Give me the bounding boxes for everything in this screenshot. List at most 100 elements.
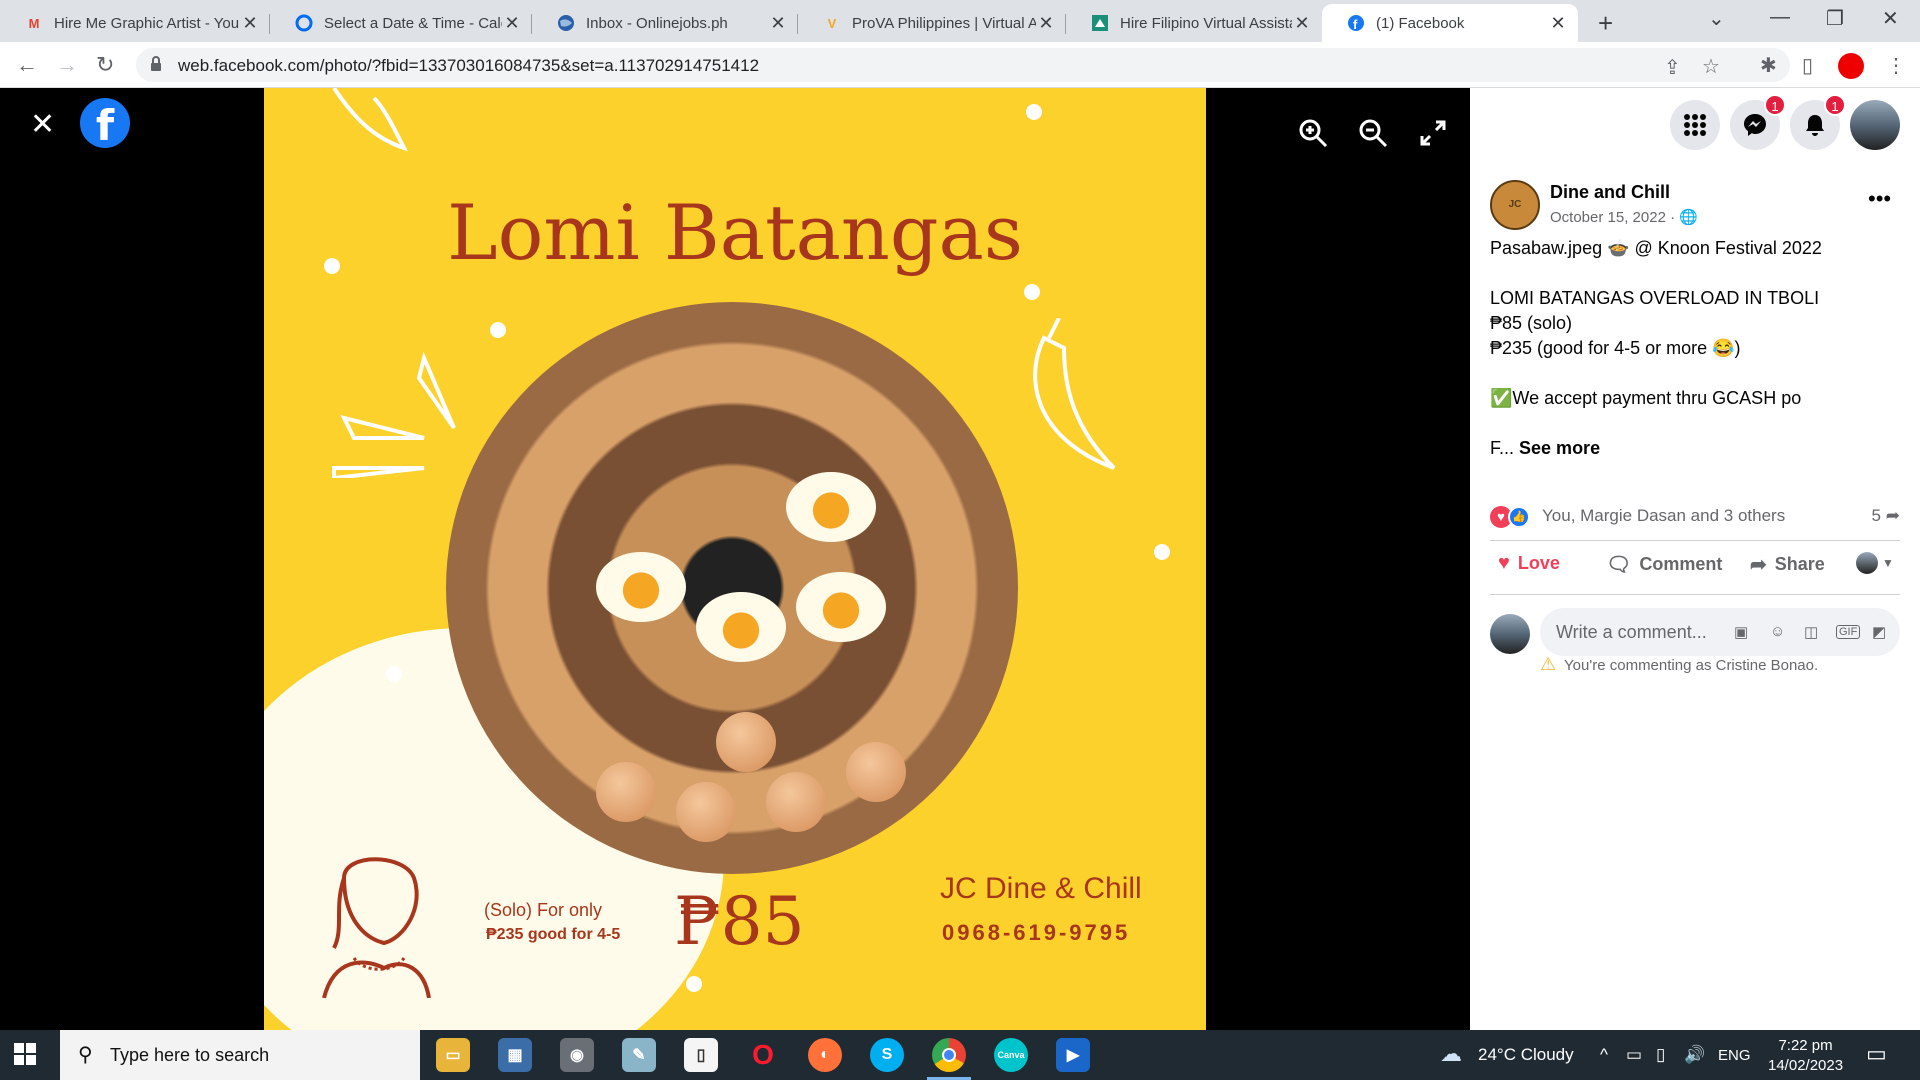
grid-icon bbox=[1684, 114, 1706, 136]
taskbar-search[interactable]: ⚲ Type here to search bbox=[60, 1030, 420, 1080]
zoom-out-icon[interactable] bbox=[1358, 118, 1388, 148]
system-clock[interactable]: 7:22 pm 14/02/2023 bbox=[1768, 1036, 1843, 1076]
url-text[interactable]: web.facebook.com/photo/?fbid=13370301608… bbox=[178, 56, 759, 76]
comment-label: Comment bbox=[1639, 554, 1723, 574]
facebook-logo-icon[interactable]: f bbox=[80, 98, 130, 150]
extensions-icon[interactable]: ✱ bbox=[1760, 53, 1777, 78]
avatar-sticker-icon[interactable]: ▣ bbox=[1734, 623, 1748, 641]
cloud-weather-icon[interactable]: ☁ bbox=[1440, 1041, 1462, 1067]
tab-title: Hire Filipino Virtual Assistan bbox=[1120, 14, 1292, 32]
network-icon[interactable]: ▭ bbox=[1626, 1045, 1642, 1065]
tab-calendly[interactable]: Select a Date & Time - Cale ✕ bbox=[270, 4, 532, 42]
tab-onlinejobs[interactable]: Inbox - Onlinejobs.ph ✕ bbox=[532, 4, 798, 42]
close-tab-icon[interactable]: ✕ bbox=[1292, 13, 1312, 34]
video-editor-icon[interactable]: ▶ bbox=[1056, 1038, 1090, 1072]
camera-app-icon[interactable]: ◉ bbox=[560, 1038, 594, 1072]
close-viewer-icon[interactable]: ✕ bbox=[30, 110, 55, 140]
profile-avatar[interactable] bbox=[1838, 53, 1864, 79]
emoji-icon[interactable]: ☺ bbox=[1770, 623, 1785, 640]
close-tab-icon[interactable]: ✕ bbox=[240, 13, 260, 34]
share-count-value[interactable]: 5 bbox=[1872, 506, 1881, 525]
chevron-down-icon: ▼ bbox=[1882, 556, 1894, 570]
reload-icon[interactable]: ↻ bbox=[96, 52, 114, 78]
address-bar[interactable]: web.facebook.com/photo/?fbid=13370301608… bbox=[136, 48, 1790, 82]
tab-prova[interactable]: V ProVA Philippines | Virtual A ✕ bbox=[798, 4, 1066, 42]
share-label: Share bbox=[1774, 554, 1825, 574]
comment-bubble-icon: 🗨 bbox=[1606, 554, 1632, 576]
volume-icon[interactable]: 🔊 bbox=[1684, 1045, 1705, 1065]
love-button[interactable]: ♥ Love bbox=[1498, 552, 1560, 575]
browser-menu-icon[interactable]: ⋮ bbox=[1886, 53, 1906, 78]
close-tab-icon[interactable]: ✕ bbox=[1548, 13, 1568, 34]
notes-app-icon[interactable]: ✎ bbox=[622, 1038, 656, 1072]
browser-toolbar: ← → ↻ web.facebook.com/photo/?fbid=13370… bbox=[0, 42, 1920, 88]
messenger-button[interactable]: 1 bbox=[1730, 94, 1786, 150]
close-tab-icon[interactable]: ✕ bbox=[1036, 13, 1056, 34]
page-name[interactable]: Dine and Chill bbox=[1550, 182, 1670, 203]
camera-icon[interactable]: ◫ bbox=[1804, 623, 1818, 641]
comment-placeholder[interactable]: Write a comment... bbox=[1556, 622, 1707, 643]
decorative-herb-icon bbox=[332, 88, 408, 152]
maximize-button[interactable]: ❐ bbox=[1826, 6, 1844, 31]
side-panel-icon[interactable]: ▯ bbox=[1802, 53, 1813, 78]
document-icon[interactable]: ▯ bbox=[684, 1038, 718, 1072]
calculator-icon[interactable]: ▦ bbox=[498, 1038, 532, 1072]
gmail-icon: M bbox=[28, 15, 40, 31]
commenter-avatar[interactable] bbox=[1490, 614, 1530, 654]
windows-start-icon[interactable] bbox=[14, 1043, 36, 1065]
language-indicator[interactable]: ENG bbox=[1718, 1047, 1751, 1064]
tab-gmail[interactable]: M Hire Me Graphic Artist - You ✕ bbox=[0, 4, 270, 42]
share-count[interactable]: 5 ➦ bbox=[1872, 506, 1900, 526]
price-text: ₱85 bbox=[674, 883, 805, 960]
comment-button[interactable]: 🗨 Comment bbox=[1606, 552, 1722, 577]
canva-icon[interactable]: Canva bbox=[994, 1038, 1028, 1072]
promo-solo-text: (Solo) For only bbox=[484, 900, 603, 920]
gif-icon[interactable]: GIF bbox=[1836, 625, 1861, 639]
see-more-link[interactable]: See more bbox=[1519, 438, 1600, 458]
zoom-in-icon[interactable] bbox=[1298, 118, 1328, 148]
react-as-selector[interactable]: ▼ bbox=[1856, 552, 1894, 574]
show-hidden-icons-chevron-icon[interactable]: ^ bbox=[1600, 1045, 1608, 1065]
account-avatar[interactable] bbox=[1850, 100, 1900, 150]
close-tab-icon[interactable]: ✕ bbox=[502, 13, 522, 34]
chrome-icon[interactable] bbox=[932, 1038, 966, 1072]
sticker-icon[interactable]: ◩ bbox=[1872, 623, 1886, 641]
new-tab-button[interactable]: + bbox=[1598, 8, 1613, 39]
battery-icon[interactable]: ▯ bbox=[1656, 1045, 1665, 1065]
share-page-icon[interactable]: ⇪ bbox=[1664, 55, 1681, 80]
taskbar-search-placeholder[interactable]: Type here to search bbox=[110, 1045, 269, 1066]
notifications-button[interactable]: 1 bbox=[1790, 94, 1846, 150]
firefox-icon[interactable]: ◐ bbox=[808, 1038, 842, 1072]
promo-group-text: ₱235 good for 4-5 bbox=[486, 926, 621, 943]
skype-icon[interactable]: S bbox=[870, 1038, 904, 1072]
menu-grid-button[interactable] bbox=[1670, 100, 1720, 150]
tab-hire-filipino[interactable]: Hire Filipino Virtual Assistan ✕ bbox=[1066, 4, 1322, 42]
close-tab-icon[interactable]: ✕ bbox=[768, 13, 788, 34]
bookmark-star-icon[interactable]: ☆ bbox=[1702, 54, 1720, 79]
file-explorer-icon[interactable]: ▭ bbox=[436, 1038, 470, 1072]
divider bbox=[1490, 540, 1900, 541]
fullscreen-icon[interactable] bbox=[1418, 118, 1448, 148]
minimize-button[interactable]: — bbox=[1770, 6, 1790, 29]
tab-facebook[interactable]: f (1) Facebook ✕ bbox=[1322, 4, 1578, 42]
opera-icon[interactable]: O bbox=[746, 1038, 780, 1072]
page-avatar[interactable]: JC bbox=[1490, 180, 1540, 230]
prova-icon: V bbox=[827, 15, 837, 31]
svg-text:f: f bbox=[1353, 17, 1358, 32]
post-options-icon[interactable]: ••• bbox=[1868, 186, 1891, 212]
reactions-summary[interactable]: ♥ 👍 You, Margie Dasan and 3 others 5 ➦ bbox=[1490, 504, 1900, 530]
weather-text[interactable]: 24°C Cloudy bbox=[1478, 1045, 1574, 1065]
reactions-text[interactable]: You, Margie Dasan and 3 others bbox=[1542, 506, 1785, 526]
tab-search-chevron-icon[interactable]: ⌄ bbox=[1708, 6, 1725, 31]
tab-title: Hire Me Graphic Artist - You bbox=[54, 14, 240, 32]
close-window-button[interactable]: ✕ bbox=[1882, 6, 1899, 31]
post-text-line: ₱85 (solo) bbox=[1490, 313, 1573, 333]
lock-icon[interactable] bbox=[150, 56, 162, 72]
back-icon[interactable]: ← bbox=[16, 52, 38, 78]
forward-icon[interactable]: → bbox=[56, 52, 78, 78]
comment-input[interactable]: Write a comment... ▣ ☺ ◫ GIF ◩ bbox=[1540, 608, 1900, 656]
notification-center-icon[interactable]: ▭ bbox=[1866, 1041, 1887, 1067]
post-date-text[interactable]: October 15, 2022 · bbox=[1550, 209, 1675, 226]
post-date[interactable]: October 15, 2022 · 🌐 bbox=[1550, 208, 1698, 226]
share-button[interactable]: ➦ Share bbox=[1750, 552, 1825, 577]
